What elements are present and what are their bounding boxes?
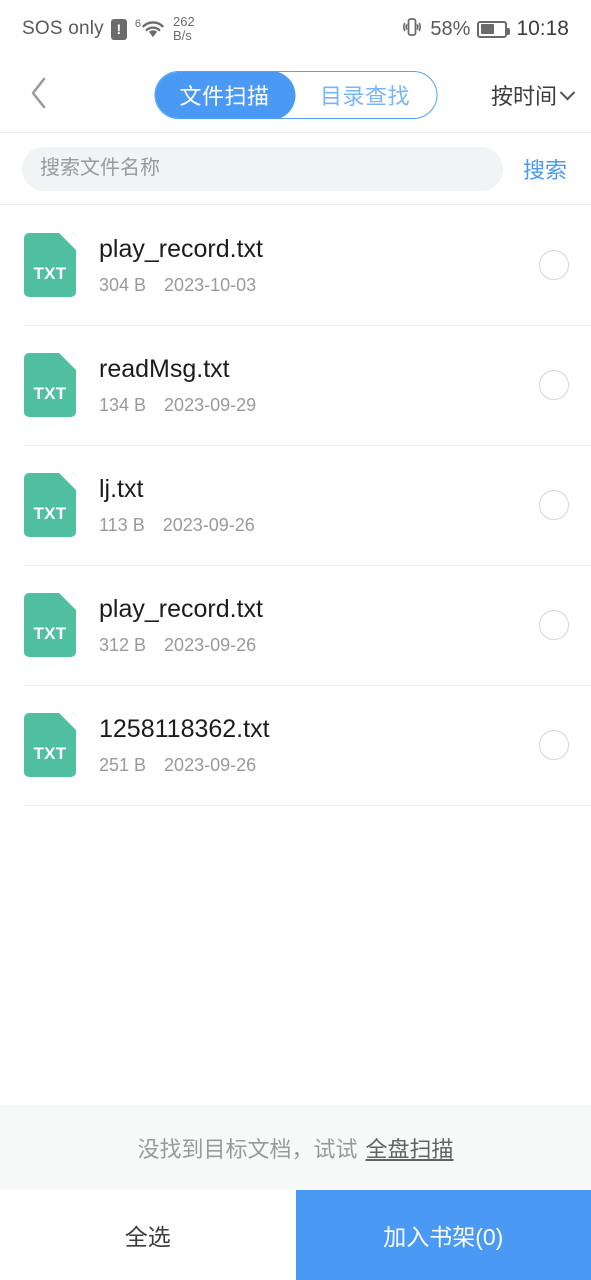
file-size: 251 B [99,755,147,775]
file-date: 2023-09-29 [164,395,257,415]
txt-file-icon: TXT [24,353,76,417]
status-bar-left: SOS only ! 6 262 B/s [22,13,195,43]
file-date: 2023-09-26 [164,635,257,655]
file-info: play_record.txt 304 B 2023-10-03 [99,234,539,296]
file-select-checkbox[interactable] [539,610,569,640]
folded-corner-icon [59,233,76,250]
add-to-shelf-button[interactable]: 加入书架(0) [295,1190,591,1280]
sort-dropdown[interactable]: 按时间 [490,79,576,111]
file-extension-label: TXT [33,744,67,763]
empty-space [0,806,591,1105]
search-button[interactable]: 搜索 [521,149,569,189]
top-nav-bar: 文件扫描 目录查找 按时间 [0,58,591,133]
table-row[interactable]: TXT lj.txt 113 B 2023-09-26 [0,445,591,565]
file-size: 113 B [99,515,145,535]
file-size: 134 B [99,395,147,415]
table-row[interactable]: TXT play_record.txt 304 B 2023-10-03 [0,205,591,325]
file-extension-label: TXT [33,384,67,403]
file-extension-label: TXT [33,264,67,283]
tab-directory-search[interactable]: 目录查找 [294,72,436,118]
folded-corner-icon [59,353,76,370]
file-select-checkbox[interactable] [539,250,569,280]
file-meta: 134 B 2023-09-29 [99,395,539,416]
wifi-generation-label: 6 [134,18,141,30]
file-size: 312 B [99,635,147,655]
txt-file-icon: TXT [24,593,76,657]
file-list: TXT play_record.txt 304 B 2023-10-03 TXT… [0,205,591,806]
bottom-action-bar: 全选 加入书架(0) [0,1190,591,1280]
file-info: lj.txt 113 B 2023-09-26 [99,474,539,536]
battery-icon [477,20,511,38]
search-input[interactable] [22,146,503,191]
file-extension-label: TXT [33,504,67,523]
file-meta: 251 B 2023-09-26 [99,755,539,776]
alert-exclamation-icon: ! [110,18,127,40]
file-name: lj.txt [99,475,144,503]
file-meta: 312 B 2023-09-26 [99,635,539,656]
tab-file-scan[interactable]: 文件扫描 [154,72,296,118]
file-date: 2023-09-26 [162,515,255,535]
battery-fill [480,24,495,34]
back-chevron-icon [28,76,50,115]
file-info: 1258118362.txt 251 B 2023-09-26 [99,714,539,776]
txt-file-icon: TXT [24,473,76,537]
status-bar-right: 58% 10:18 [401,16,569,43]
file-date: 2023-10-03 [164,275,257,295]
txt-file-icon: TXT [24,233,76,297]
full-disk-scan-link[interactable]: 全盘扫描 [366,1132,454,1164]
file-select-checkbox[interactable] [539,730,569,760]
back-button[interactable] [16,72,62,118]
sort-label: 按时间 [490,84,557,109]
select-all-button[interactable]: 全选 [0,1190,296,1280]
chevron-down-icon [559,84,576,100]
file-select-checkbox[interactable] [539,490,569,520]
file-date: 2023-09-26 [164,755,257,775]
table-row[interactable]: TXT readMsg.txt 134 B 2023-09-29 [0,325,591,445]
file-size: 304 B [99,275,147,295]
network-speed-unit: B/s [172,28,192,43]
view-mode-segmented-control: 文件扫描 目录查找 [153,71,438,119]
battery-percent-label: 58% [430,17,471,40]
search-bar: 搜索 [0,133,591,205]
file-info: readMsg.txt 134 B 2023-09-29 [99,354,539,416]
file-select-checkbox[interactable] [539,370,569,400]
hint-text: 没找到目标文档，试试 [137,1136,358,1162]
file-meta: 304 B 2023-10-03 [99,275,539,296]
clock-label: 10:18 [516,17,569,40]
txt-file-icon: TXT [24,713,76,777]
folded-corner-icon [59,473,76,490]
status-bar: SOS only ! 6 262 B/s 58% 10:18 [0,0,591,58]
scan-hint-bar: 没找到目标文档，试试 全盘扫描 [0,1105,591,1190]
file-extension-label: TXT [33,624,67,643]
network-speed: 262 B/s [172,13,195,43]
table-row[interactable]: TXT 1258118362.txt 251 B 2023-09-26 [0,685,591,805]
network-speed-value: 262 [172,13,195,29]
file-info: play_record.txt 312 B 2023-09-26 [99,594,539,656]
folded-corner-icon [59,713,76,730]
file-name: 1258118362.txt [99,715,270,743]
wifi-icon: 6 [134,19,166,39]
table-row[interactable]: TXT play_record.txt 312 B 2023-09-26 [0,565,591,685]
vibrate-icon [401,16,423,43]
file-name: play_record.txt [99,235,263,263]
file-name: readMsg.txt [99,355,230,383]
carrier-label: SOS only [22,18,104,39]
file-name: play_record.txt [99,595,263,623]
file-meta: 113 B 2023-09-26 [99,515,539,536]
app-root: SOS only ! 6 262 B/s 58% 10:18 文件扫描 目录查找… [0,0,591,1280]
folded-corner-icon [59,593,76,610]
